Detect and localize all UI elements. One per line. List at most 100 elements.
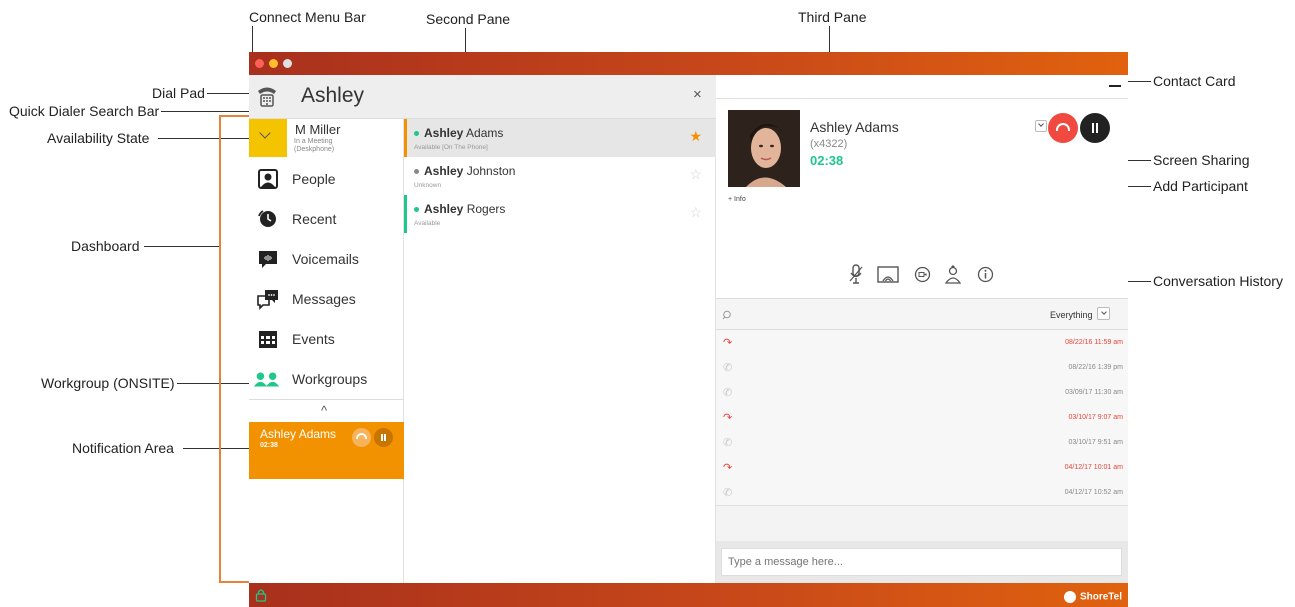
contact-card-menu-icon[interactable] [1109,85,1121,87]
contact-first-name: Ashley [424,164,464,178]
lock-icon[interactable] [255,588,267,602]
nav-item-people[interactable]: People [249,162,404,200]
history-row[interactable]: ↷ 04/12/17 10:01 am [716,455,1128,481]
notification-hangup-button[interactable] [352,428,371,447]
chevron-down-icon [1038,121,1044,127]
notification-timer: 02:38 [260,442,278,449]
nav-item-events[interactable]: Events [249,322,404,360]
callout-line [177,383,252,384]
availability-state-button[interactable] [249,119,287,157]
more-info-link[interactable]: + Info [728,196,746,203]
call-icon: ✆ [723,362,733,374]
messages-icon [257,290,278,310]
calendar-icon [259,331,277,348]
quick-dialer-search-bar: Ashley × [249,75,716,119]
callout-line [1128,281,1151,282]
search-input[interactable]: Ashley [301,84,364,108]
presence-dot [414,131,419,136]
missed-call-icon: ↷ [723,412,733,424]
history-row[interactable]: ↷ 03/10/17 9:07 am [716,405,1128,431]
mute-microphone-icon[interactable] [849,264,863,284]
user-status-device: (Deskphone) [294,146,335,153]
favorite-star-icon[interactable]: ☆ [689,204,702,221]
contact-name: Ashley Rogers [424,202,505,216]
contact-row[interactable]: Ashley Adams Available [On The Phone] ★ [404,119,716,157]
history-toolbar: Everything [716,299,1128,330]
callout-conversation-history: Conversation History [1153,273,1283,289]
contact-name: Ashley Adams [424,126,503,140]
callout-dial-pad: Dial Pad [152,85,205,101]
add-participant-icon[interactable] [945,265,961,284]
callout-screen-sharing: Screen Sharing [1153,152,1250,168]
card-contact-name: Ashley Adams [810,119,899,135]
history-timestamp: 08/22/16 11:59 am [1065,339,1123,346]
pause-icon [1092,123,1094,133]
hold-button[interactable] [1080,113,1110,143]
hangup-icon [1056,123,1070,131]
callout-workgroup: Workgroup (ONSITE) [41,375,175,391]
history-timestamp: 03/10/17 9:07 am [1068,414,1124,421]
brand-logo: ShoreTel [1063,588,1122,603]
history-filter-dropdown[interactable] [1097,307,1110,320]
history-row[interactable]: ✆ 03/10/17 9:51 am [716,430,1128,456]
nav-item-messages[interactable]: Messages [249,282,404,320]
notification-hold-button[interactable] [374,428,393,447]
workgroup-icon [253,372,280,387]
callout-add-participant: Add Participant [1153,178,1248,194]
pause-icon [381,434,383,441]
info-icon[interactable] [977,266,994,283]
card-extension: (x4322) [810,138,848,150]
contact-status: Available [On The Phone] [414,144,488,151]
message-input[interactable] [721,548,1122,576]
history-row[interactable]: ✆ 08/22/16 1:39 pm [716,355,1128,381]
minimize-window-button[interactable] [269,59,278,68]
screen-share-icon[interactable] [877,266,899,283]
nav-item-workgroups[interactable]: Workgroups [249,362,404,400]
user-status: In a Meeting [294,138,333,145]
call-timer: 02:38 [810,153,844,168]
search-icon[interactable] [722,310,732,320]
hangup-button[interactable] [1048,113,1078,143]
nav-item-recent[interactable]: Recent [249,202,404,240]
history-timestamp: 08/22/16 1:39 pm [1068,364,1124,371]
callout-connect-menu-bar: Connect Menu Bar [249,9,366,25]
hangup-icon [356,433,367,439]
user-name: M Miller [295,122,341,137]
notification-area[interactable]: Ashley Adams 02:38 [249,422,404,479]
contact-card-divider [716,98,1128,99]
video-icon[interactable] [914,266,931,283]
contact-card: + Info Ashley Adams (x4322) 02:38 [716,75,1128,299]
favorite-star-icon[interactable]: ★ [689,128,702,145]
message-area [716,541,1128,583]
brand-name: ShoreTel [1079,591,1122,603]
dashboard-bracket [220,581,250,583]
history-filter-label[interactable]: Everything [1050,310,1093,320]
presence-dot [414,169,419,174]
missed-call-icon: ↷ [723,462,733,474]
favorite-star-icon[interactable]: ☆ [689,166,702,183]
clock-icon [258,210,276,227]
expand-notifications-button[interactable]: ^ [321,403,327,418]
contact-last-name: Adams [466,126,504,140]
history-row[interactable]: ↷ 08/22/16 11:59 am [716,330,1128,356]
clear-search-button[interactable]: × [693,86,702,103]
nav-label: Recent [292,211,337,227]
call-icon: ✆ [723,387,733,399]
dial-pad-button[interactable] [256,84,278,108]
callout-notification-area: Notification Area [72,440,174,456]
nav-item-voicemails[interactable]: Voicemails [249,242,404,280]
callout-contact-card: Contact Card [1153,73,1236,89]
contact-row[interactable]: Ashley Rogers Available ☆ [404,195,716,233]
history-row[interactable]: ✆ 04/12/17 10:52 am [716,480,1128,506]
voicemail-icon [259,251,277,268]
history-timestamp: 04/12/17 10:52 am [1064,489,1123,496]
close-window-button[interactable] [255,59,264,68]
callout-line [183,448,250,449]
app-window: Ashley × M Miller In a Meeting (Deskphon… [249,52,1128,607]
contact-row[interactable]: Ashley Johnston Unknown ☆ [404,157,716,195]
zoom-window-button[interactable] [283,59,292,68]
history-row[interactable]: ✆ 03/09/17 11:30 am [716,380,1128,406]
callout-line [252,26,253,52]
call-options-dropdown[interactable] [1035,120,1047,132]
callout-line [144,246,220,247]
